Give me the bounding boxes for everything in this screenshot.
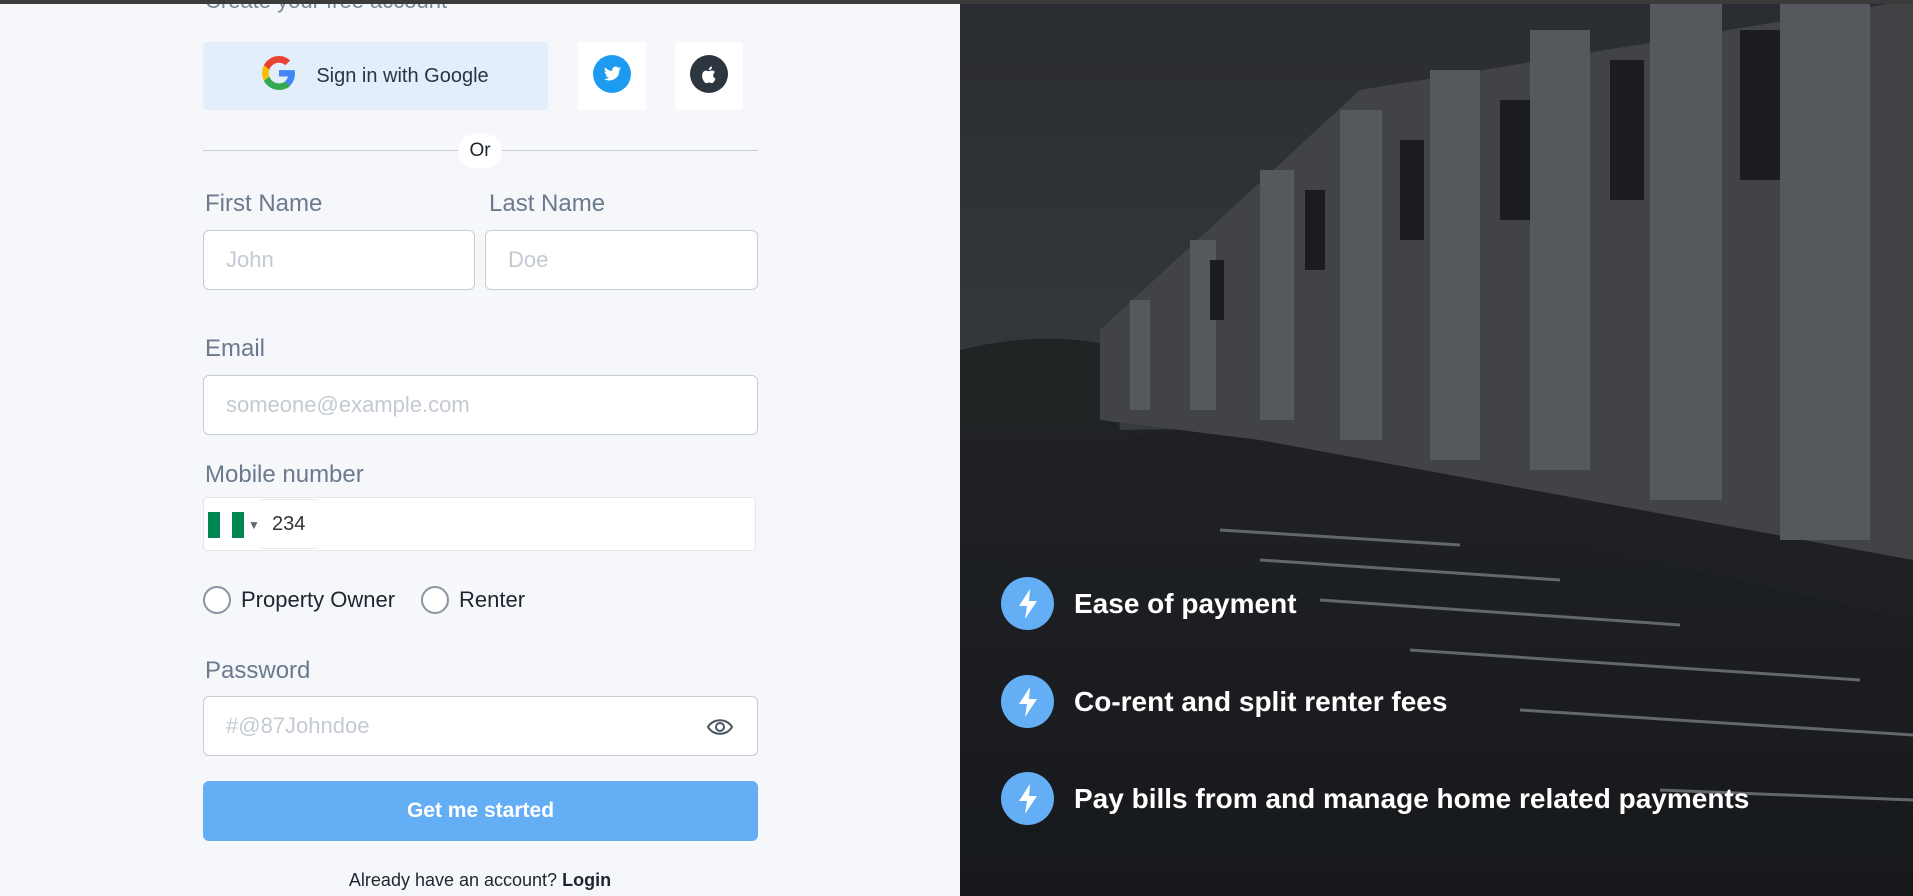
login-prompt: Already have an account? xyxy=(348,870,558,890)
email-label: Email xyxy=(205,335,266,362)
last-name-label: Last Name xyxy=(489,190,606,217)
login-link[interactable]: Login xyxy=(562,870,611,890)
lightning-icon xyxy=(1001,577,1054,630)
apple-signin-button[interactable] xyxy=(675,42,743,110)
nigeria-flag-icon[interactable] xyxy=(208,512,244,538)
google-signin-label: Sign in with Google xyxy=(316,64,489,87)
feature-text: Pay bills from and manage home related p… xyxy=(1074,782,1750,814)
twitter-signin-button[interactable] xyxy=(578,42,646,110)
first-name-label: First Name xyxy=(205,190,323,217)
role-renter-label: Renter xyxy=(459,587,526,612)
role-renter[interactable]: Renter xyxy=(421,586,525,614)
eye-icon[interactable] xyxy=(706,716,734,743)
signup-panel: Create your free account Sign in with Go… xyxy=(0,0,960,896)
mobile-label: Mobile number xyxy=(205,461,364,488)
lightning-icon xyxy=(1001,675,1054,728)
last-name-input[interactable] xyxy=(485,230,758,290)
first-name-input[interactable] xyxy=(203,230,475,290)
radio-button[interactable] xyxy=(203,586,231,614)
divider-or: Or xyxy=(458,134,502,168)
feature-item-1: Ease of payment xyxy=(1001,577,1297,630)
password-input[interactable] xyxy=(203,696,758,756)
radio-button[interactable] xyxy=(421,586,449,614)
login-prompt-row: Already have an account? Login xyxy=(0,870,960,891)
role-property-owner-label: Property Owner xyxy=(241,587,396,612)
chevron-down-icon[interactable]: ▼ xyxy=(248,518,260,532)
window-top-border xyxy=(0,0,1913,4)
hero-image-panel xyxy=(960,0,1913,896)
feature-text: Co-rent and split renter fees xyxy=(1074,685,1448,717)
email-input[interactable] xyxy=(203,375,758,435)
mobile-number-field[interactable]: ▼ 234 xyxy=(203,497,756,551)
feature-item-3: Pay bills from and manage home related p… xyxy=(1001,772,1749,825)
google-icon xyxy=(262,56,296,96)
lightning-icon xyxy=(1001,772,1054,825)
dial-code: 234 xyxy=(260,499,318,549)
feature-text: Ease of payment xyxy=(1074,587,1297,619)
twitter-icon xyxy=(592,54,632,99)
townhouse-street-image xyxy=(960,0,1913,896)
get-started-button[interactable]: Get me started xyxy=(203,781,758,841)
password-label: Password xyxy=(205,657,311,684)
feature-item-2: Co-rent and split renter fees xyxy=(1001,675,1447,728)
apple-icon xyxy=(689,54,729,99)
role-property-owner[interactable]: Property Owner xyxy=(203,586,395,614)
google-signin-button[interactable]: Sign in with Google xyxy=(203,42,548,110)
